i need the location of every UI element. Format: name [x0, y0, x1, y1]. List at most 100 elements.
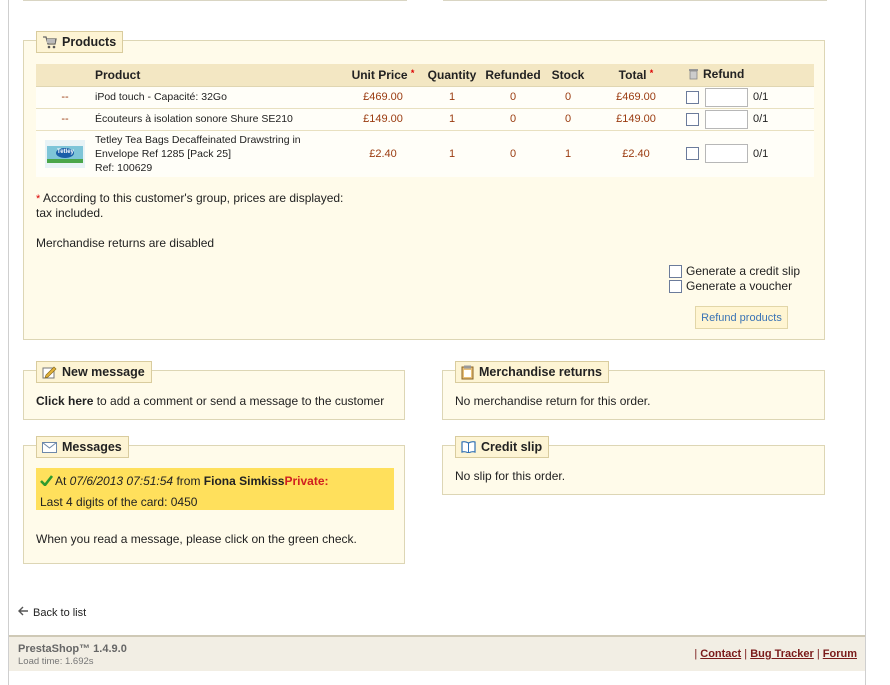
table-header-row: Product Unit Price * Quantity Refunded S…	[36, 64, 814, 87]
messages-legend: Messages	[36, 436, 129, 458]
product-name: Écouteurs à isolation sonore Shure SE210	[94, 107, 344, 130]
voucher-option[interactable]: Generate a voucher	[669, 279, 792, 293]
refund-cell: 0/1	[680, 107, 814, 130]
back-to-list-link[interactable]: Back to list	[18, 606, 86, 619]
message-private-label: Private:	[284, 474, 329, 488]
back-to-list-label[interactable]: Back to list	[33, 607, 86, 619]
credit-slip-legend: Credit slip	[455, 436, 550, 458]
column-header-unit-price: Unit Price *	[344, 64, 422, 87]
asterisk: *	[649, 67, 654, 78]
credit-slip-option[interactable]: Generate a credit slip	[669, 264, 800, 278]
products-table: Product Unit Price * Quantity Refunded S…	[36, 64, 814, 177]
refund-checkbox[interactable]	[686, 90, 699, 104]
refund-checkbox[interactable]	[686, 112, 699, 126]
clipboard-icon	[461, 365, 474, 380]
refunded-cell: 0	[482, 107, 544, 130]
product-image[interactable]: Tetley	[45, 139, 85, 168]
merchandise-returns-legend-label: Merchandise returns	[479, 365, 602, 379]
products-legend: Products	[36, 31, 124, 53]
total-cell: £149.00	[592, 107, 680, 130]
table-row: Tetley Tetley Tea Bags Decaffeinated Dra…	[36, 129, 814, 177]
credit-slip-text: No slip for this order.	[455, 469, 566, 483]
column-header-quantity: Quantity	[422, 64, 482, 87]
edit-note-icon	[42, 366, 57, 379]
product-name-line: Envelope Ref 1285 [Pack 25]	[95, 147, 232, 160]
total-cell: £469.00	[592, 85, 680, 108]
new-message-legend: New message	[36, 361, 152, 383]
divider	[23, 0, 407, 1]
image-column-header	[36, 64, 94, 87]
footer-link-forum[interactable]: Forum	[823, 648, 857, 660]
refund-quantity-input[interactable]	[705, 87, 748, 107]
price-note-text: According to this customer's group, pric…	[42, 191, 344, 205]
refund-cell: 0/1	[680, 129, 814, 177]
new-message-panel: New message Click here to add a comment …	[23, 361, 405, 420]
footer-link-bug-tracker[interactable]: Bug Tracker	[750, 648, 814, 660]
product-image-cell: Tetley	[36, 129, 94, 177]
product-name: iPod touch - Capacité: 32Go	[94, 85, 344, 108]
new-message-description: to add a comment or send a message to th…	[93, 394, 385, 408]
refund-quantity-input[interactable]	[705, 109, 748, 129]
book-icon	[461, 441, 476, 453]
product-image-logo-text: Tetley	[57, 148, 74, 155]
total-label: Total	[618, 67, 647, 82]
credit-slip-checkbox[interactable]	[669, 264, 682, 278]
messages-legend-label: Messages	[62, 440, 122, 454]
refund-quantity-input[interactable]	[705, 144, 748, 164]
cart-icon	[42, 35, 57, 49]
message-body: Last 4 digits of the card: 0450	[40, 494, 198, 509]
voucher-checkbox[interactable]	[669, 279, 682, 293]
returns-disabled-text: Merchandise returns are disabled	[36, 236, 215, 250]
stock-cell: 0	[544, 107, 592, 130]
quantity-cell: 1	[422, 85, 482, 108]
asterisk: *	[36, 193, 41, 205]
click-here-link[interactable]: Click here	[36, 394, 93, 408]
column-header-refunded: Refunded	[482, 64, 544, 87]
message-date: 07/6/2013 07:51:54	[69, 474, 174, 488]
refund-of-count: 0/1	[753, 147, 769, 160]
refund-label: Refund	[703, 66, 745, 81]
trash-icon	[688, 67, 699, 83]
stock-cell: 0	[544, 85, 592, 108]
footer-load-time: Load time: 1.692s	[18, 656, 94, 667]
footer-links: | Contact | Bug Tracker | Forum	[694, 648, 857, 660]
footer-link-contact[interactable]: Contact	[700, 648, 741, 660]
products-legend-label: Products	[62, 35, 117, 49]
messages-panel: Messages At 07/6/2013 07:51:54 from Fion…	[23, 436, 405, 564]
column-header-product: Product	[94, 64, 344, 87]
credit-slip-label[interactable]: Generate a credit slip	[686, 264, 800, 278]
footer-separator: |	[816, 648, 820, 660]
message-item: At 07/6/2013 07:51:54 from Fiona Simkiss…	[36, 468, 394, 510]
unit-price-cell: £469.00	[344, 85, 422, 108]
refund-of-count: 0/1	[753, 91, 769, 103]
green-check-icon[interactable]	[40, 472, 54, 492]
merchandise-returns-legend: Merchandise returns	[455, 361, 609, 383]
product-reference: Ref: 100629	[95, 161, 153, 174]
footer-separator: |	[744, 648, 748, 660]
merchandise-returns-panel: Merchandise returns No merchandise retur…	[442, 361, 825, 420]
unit-price-cell: £2.40	[344, 129, 422, 177]
credit-slip-panel: Credit slip No slip for this order.	[442, 436, 825, 495]
footer-separator: |	[694, 648, 698, 660]
footer: PrestaShop™ 1.4.9.0 Load time: 1.692s | …	[9, 635, 865, 671]
table-row: -- Écouteurs à isolation sonore Shure SE…	[36, 107, 814, 130]
refunded-cell: 0	[482, 85, 544, 108]
new-message-legend-label: New message	[62, 365, 145, 379]
product-name: Tetley Tea Bags Decaffeinated Drawstring…	[94, 129, 344, 177]
credit-slip-legend-label: Credit slip	[481, 440, 543, 454]
asterisk: *	[410, 67, 415, 78]
quantity-cell: 1	[422, 107, 482, 130]
table-row: -- iPod touch - Capacité: 32Go £469.00 1…	[36, 85, 814, 108]
column-header-total: Total *	[592, 64, 680, 87]
quantity-cell: 1	[422, 129, 482, 177]
back-arrow-icon	[18, 606, 29, 619]
refund-products-button[interactable]: Refund products	[695, 306, 788, 329]
footer-brand: PrestaShop™ 1.4.9.0	[18, 643, 127, 655]
envelope-icon	[42, 441, 57, 453]
message-at: At	[55, 474, 70, 488]
products-panel: Products Product Unit Price * Quantity R…	[23, 31, 825, 340]
voucher-label[interactable]: Generate a voucher	[686, 279, 792, 293]
refund-checkbox[interactable]	[686, 147, 699, 161]
refunded-cell: 0	[482, 129, 544, 177]
message-header: At 07/6/2013 07:51:54 from Fiona Simkiss…	[40, 471, 390, 492]
